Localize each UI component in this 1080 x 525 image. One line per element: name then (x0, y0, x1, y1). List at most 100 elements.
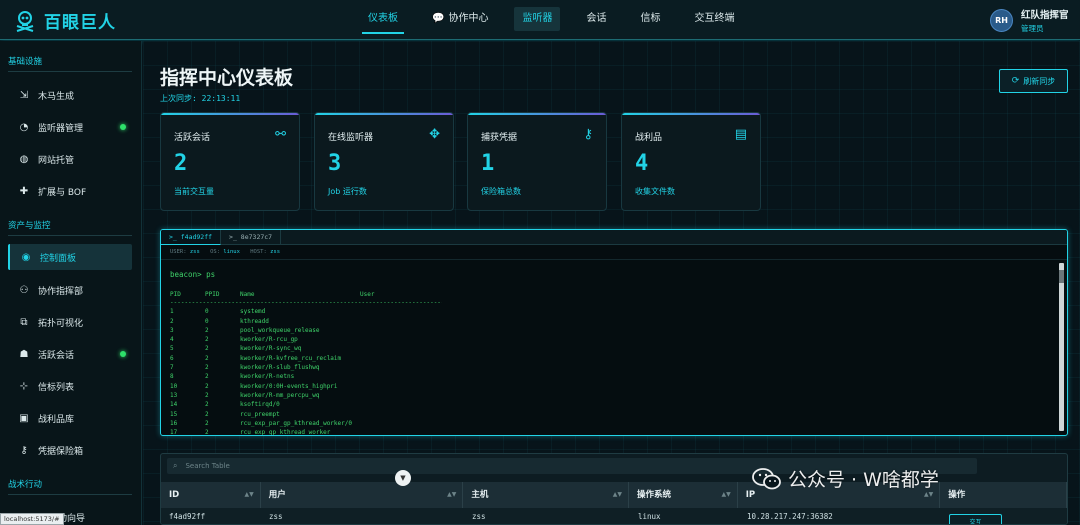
card-subtitle: 收集文件数 (635, 187, 675, 196)
refresh-sync-button[interactable]: ⟳ 刷新同步 (999, 69, 1068, 93)
stat-card-captured-creds[interactable]: 捕获凭据 ⚷ 1 保险箱总数 (467, 112, 607, 211)
process-pid: 10 (170, 382, 178, 390)
column-header-os[interactable]: 操作系统 ▲▼ (629, 482, 738, 508)
scrollbar-thumb[interactable] (1059, 270, 1064, 283)
process-name: kworker/R-slub_flushwq (240, 364, 320, 372)
process-name: rcu_preempt (240, 410, 280, 418)
search-icon: ⌕ (173, 461, 178, 470)
divider (8, 494, 132, 495)
terminal-scrollbar[interactable] (1059, 263, 1064, 431)
interact-button-label: 交互 (969, 518, 982, 525)
interact-button[interactable]: 交互 (949, 514, 1002, 525)
sidebar-item-beacon-list[interactable]: ⊹ 信标列表 (8, 373, 132, 399)
search-placeholder: Search Table (185, 462, 230, 470)
sidebar-item-extensions-bof[interactable]: ✚ 扩展与 BOF (8, 178, 132, 204)
nav-dashboard-label: 仪表板 (368, 13, 398, 24)
chat-icon: 💬 (432, 13, 445, 24)
process-ppid: 2 (205, 391, 209, 399)
skull-logo-icon (16, 10, 34, 32)
column-header-action: 操作 (940, 482, 1067, 508)
nav-beacons[interactable]: 信标 (632, 7, 668, 31)
process-table-header: PID PPID Name User (170, 290, 1050, 299)
sidebar-item-active-sessions[interactable]: ☗ 活跃会话 (8, 341, 132, 367)
process-name: rcu_exp_gp_kthread_worker (240, 429, 331, 436)
sidebar-item-listener-mgmt[interactable]: ◔ 监听器管理 (8, 114, 132, 140)
nav-dashboard[interactable]: 仪表板 (360, 7, 406, 34)
process-name: kworker/R-rcu_gp (240, 336, 298, 344)
card-label: 捕获凭据 (481, 133, 518, 143)
process-row: 1 0 systemd (170, 307, 1050, 316)
watermark: 公众号 · W啥都学 (752, 465, 939, 492)
nav-listeners[interactable]: 监听器 (514, 7, 561, 31)
cell-host: zss (472, 512, 486, 521)
process-pid: 6 (170, 354, 174, 362)
terminal-output: beacon> ps PID PPID Name User ----------… (170, 270, 1050, 436)
stat-card-active-sessions[interactable]: 活跃会话 ⚯ 2 当前交互量 (160, 112, 300, 211)
process-name: kworker/R-sync_wq (240, 345, 302, 353)
refresh-icon: ⟳ (1011, 76, 1020, 86)
process-name: kworker/R-mm_percpu_wq (240, 391, 320, 399)
column-header-host[interactable]: 主机 ▲▼ (463, 482, 629, 508)
card-value: 3 (328, 151, 342, 176)
gift-icon: ▤ (734, 127, 747, 142)
beacon-terminal[interactable]: >_ f4ad92ff >_ 8e7327c7 USER: zss OS: li… (160, 229, 1068, 436)
process-name: kworker/R-netns (240, 373, 295, 381)
process-row: 17 2 rcu_exp_gp_kthread_worker (170, 428, 1050, 436)
sidebar-item-label: 协作指挥部 (38, 286, 84, 297)
process-ppid: 2 (205, 326, 209, 334)
nav-listeners-label: 监听器 (522, 13, 553, 24)
header-pid: PID (170, 291, 181, 298)
process-name: pool_workqueue_release (240, 326, 320, 334)
app-logo[interactable]: 百眼巨人 (14, 8, 116, 33)
user-name: 红队指挥官 (1021, 10, 1069, 21)
table-row[interactable]: f4ad92ff zss zss linux 10.28.217.247:363… (161, 508, 1067, 524)
divider (8, 235, 132, 236)
app-name: 百眼巨人 (44, 13, 116, 33)
process-name: ksoftirqd/0 (240, 401, 280, 409)
sidebar-item-payload-gen[interactable]: ⇲ 木马生成 (8, 82, 132, 108)
process-pid: 15 (170, 410, 178, 418)
sidebar-item-label: 信标列表 (38, 382, 75, 393)
process-ppid: 2 (205, 354, 209, 362)
process-row: 8 2 kworker/R-netns (170, 372, 1050, 381)
column-header-label: 主机 (471, 490, 489, 500)
process-name: systemd (240, 308, 266, 316)
stat-card-online-listeners[interactable]: 在线监听器 ✥ 3 Job 运行数 (314, 112, 454, 211)
sidebar-item-loot[interactable]: ▣ 战利品库 (8, 405, 132, 431)
online-status-dot (120, 351, 126, 357)
sidebar-item-label: 监听器管理 (38, 123, 84, 134)
sidebar-item-topology[interactable]: ⧉ 拓扑可视化 (8, 309, 132, 335)
sidebar-item-credential-vault[interactable]: ⚷ 凭据保险箱 (8, 437, 132, 463)
process-row: 6 2 kworker/R-kvfree_rcu_reclaim (170, 354, 1050, 363)
sidebar-section-infrastructure: 基础设施 (8, 57, 43, 67)
nav-collab-center[interactable]: 💬 协作中心 (424, 7, 496, 31)
sidebar-item-collab-hq[interactable]: ⚇ 协作指挥部 (8, 277, 132, 303)
card-value: 2 (174, 151, 188, 176)
user-menu[interactable]: RH 红队指挥官 管理员 (990, 7, 1069, 34)
process-name: kthreadd (240, 317, 269, 325)
meta-host-value: zss (270, 249, 281, 255)
sort-icon: ▲▼ (612, 491, 622, 498)
process-name: kworker/R-kvfree_rcu_reclaim (240, 354, 342, 362)
terminal-tab[interactable]: >_ 8e7327c7 (221, 230, 282, 245)
scroll-down-icon[interactable]: ▼ (395, 470, 411, 486)
terminal-session-meta: USER: zss OS: linux HOST: zss (170, 249, 287, 255)
sidebar-item-web-hosting[interactable]: ◍ 网站托管 (8, 146, 132, 172)
nav-terminal[interactable]: 交互终端 (686, 7, 742, 31)
online-status-dot (120, 124, 126, 130)
sidebar-item-control-panel[interactable]: ◉ 控制面板 (8, 244, 132, 270)
column-header-id[interactable]: ID ▲▼ (161, 482, 261, 508)
process-ppid: 2 (205, 410, 209, 418)
user-info: 红队指挥官 管理员 (1021, 7, 1069, 34)
process-row: 3 2 pool_workqueue_release (170, 326, 1050, 335)
stat-card-loot[interactable]: 战利品 ▤ 4 收集文件数 (621, 112, 761, 211)
column-header-user[interactable]: 用户 ▲▼ (261, 482, 464, 508)
nav-sessions[interactable]: 会话 (578, 7, 614, 31)
cell-os: linux (638, 512, 661, 521)
sidebar-item-label: 网站托管 (38, 155, 75, 166)
card-label: 战利品 (635, 133, 663, 143)
sidebar-item-label: 拓扑可视化 (38, 318, 84, 329)
link-icon: ⚯ (275, 127, 286, 142)
column-header-label: 用户 (268, 490, 286, 500)
terminal-tab-active[interactable]: >_ f4ad92ff (161, 230, 222, 245)
